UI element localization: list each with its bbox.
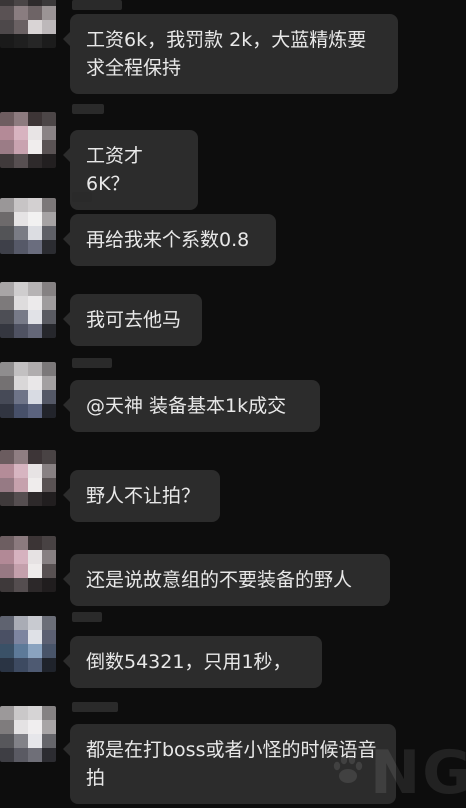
- avatar[interactable]: [0, 362, 56, 418]
- message-text: 倒数54321，只用1秒，: [86, 651, 292, 673]
- sender-name-redacted: [72, 104, 104, 114]
- sender-name-redacted: [72, 612, 102, 622]
- avatar[interactable]: [0, 198, 56, 254]
- sender-name-redacted: [72, 192, 92, 202]
- message-text: 再给我来个系数0.8: [86, 229, 250, 251]
- message-bubble[interactable]: 工资6k，我罚款 2k，大蓝精炼要求全程保持: [63, 14, 398, 94]
- message-bubble[interactable]: 野人不让拍？: [63, 470, 220, 522]
- message-text: 工资6k，我罚款 2k，大蓝精炼要求全程保持: [86, 29, 367, 79]
- watermark-logo: NGA: [370, 738, 466, 808]
- message-bubble[interactable]: 再给我来个系数0.8: [63, 214, 276, 266]
- message-bubble[interactable]: 倒数54321，只用1秒，: [63, 636, 322, 688]
- avatar[interactable]: [0, 112, 56, 168]
- paw-logo-icon: [333, 755, 363, 783]
- message-bubble[interactable]: 我可去他马: [63, 294, 202, 346]
- message-text: 我可去他马: [86, 309, 182, 331]
- avatar[interactable]: [0, 450, 56, 506]
- avatar[interactable]: [0, 706, 56, 762]
- message-text: 野人不让拍？: [86, 485, 201, 507]
- message-text: @天神 装备基本1k成交: [86, 395, 287, 417]
- avatar[interactable]: [0, 0, 56, 48]
- avatar[interactable]: [0, 282, 56, 338]
- sender-name-redacted: [72, 702, 118, 712]
- message-text: 工资才6K？: [86, 145, 144, 195]
- sender-name-redacted: [72, 0, 122, 10]
- chat-message-list: 工资6k，我罚款 2k，大蓝精炼要求全程保持 工资才6K？ 再给我来个系数0.8…: [0, 0, 466, 804]
- avatar[interactable]: [0, 616, 56, 672]
- message-bubble[interactable]: @天神 装备基本1k成交: [63, 380, 320, 432]
- message-bubble[interactable]: 还是说故意组的不要装备的野人: [63, 554, 390, 606]
- sender-name-redacted: [72, 358, 112, 368]
- message-text: 还是说故意组的不要装备的野人: [86, 569, 353, 591]
- avatar[interactable]: [0, 536, 56, 592]
